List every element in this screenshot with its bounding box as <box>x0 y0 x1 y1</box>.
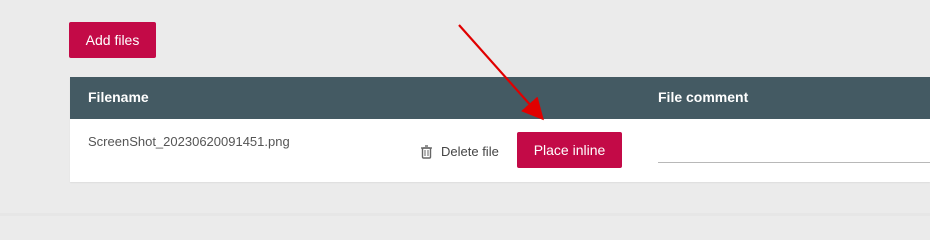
file-comment-column-header: File comment <box>658 89 749 105</box>
delete-file-label: Delete file <box>441 144 499 159</box>
file-name: ScreenShot_20230620091451.png <box>88 134 290 149</box>
partially-visible-instruction-text <box>0 0 930 4</box>
file-comment-input[interactable] <box>658 142 930 163</box>
add-files-button[interactable]: Add files <box>69 22 156 58</box>
place-inline-button[interactable]: Place inline <box>517 132 622 168</box>
filename-column-header: Filename <box>88 89 149 105</box>
bottom-divider <box>0 213 930 216</box>
table-row: ScreenShot_20230620091451.png Delete fil… <box>70 119 930 182</box>
table-header: Filename File comment <box>70 77 930 119</box>
delete-file-button[interactable]: Delete file <box>420 144 499 159</box>
attachments-table: Filename File comment ScreenShot_2023062… <box>70 77 930 182</box>
file-upload-page: Add files Filename File comment ScreenSh… <box>0 0 930 216</box>
trash-icon <box>420 144 433 159</box>
